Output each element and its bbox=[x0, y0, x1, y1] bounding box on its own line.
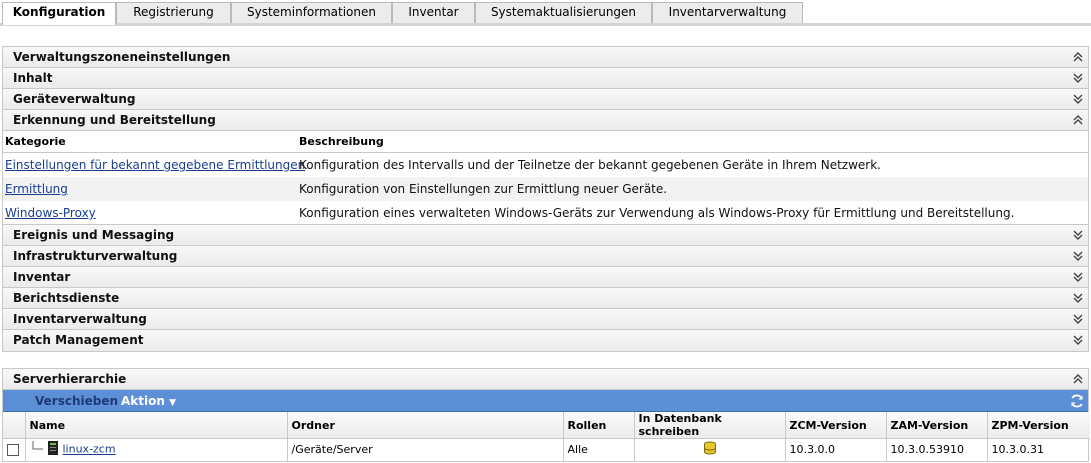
zam-version-cell: 10.3.0.53910 bbox=[886, 438, 988, 461]
server-table: Name Ordner Rollen In Datenbank schreibe… bbox=[3, 412, 1090, 461]
server-link[interactable]: linux-zcm bbox=[63, 443, 116, 456]
expand-down-icon[interactable] bbox=[1072, 72, 1084, 84]
section-inventarverwaltung[interactable]: Inventarverwaltung bbox=[3, 309, 1088, 330]
action-label: Aktion bbox=[121, 394, 165, 408]
collapse-up-icon[interactable] bbox=[1072, 373, 1084, 385]
row-checkbox[interactable] bbox=[7, 444, 19, 457]
section-inhalt[interactable]: Inhalt bbox=[3, 68, 1088, 89]
tab-bar: Konfiguration Registrierung Systeminform… bbox=[0, 0, 1091, 26]
section-label: Inhalt bbox=[13, 71, 53, 85]
server-hierarchy-header: Serverhierarchie bbox=[3, 369, 1088, 390]
category-description: Konfiguration eines verwalteten Windows-… bbox=[299, 206, 1015, 220]
column-zam-version[interactable]: ZAM-Version bbox=[886, 412, 988, 439]
db-write-cell bbox=[634, 438, 786, 461]
category-description: Konfiguration von Einstellungen zur Ermi… bbox=[299, 182, 668, 196]
server-hierarchy-panel: Serverhierarchie Verschieben Aktion ▼ Na… bbox=[2, 368, 1090, 462]
category-row: Windows-Proxy Konfiguration eines verwal… bbox=[3, 201, 1088, 225]
database-icon bbox=[703, 441, 717, 458]
section-label: Inventarverwaltung bbox=[13, 312, 147, 326]
roles-cell: Alle bbox=[563, 438, 635, 461]
zone-settings-header: Verwaltungszoneneinstellungen bbox=[3, 47, 1088, 68]
collapse-up-icon[interactable] bbox=[1072, 51, 1084, 63]
tab-konfiguration[interactable]: Konfiguration bbox=[2, 2, 116, 25]
server-icon bbox=[47, 440, 59, 459]
server-name-cell: linux-zcm bbox=[25, 438, 288, 461]
server-toolbar: Verschieben Aktion ▼ bbox=[3, 390, 1088, 412]
section-label: Inventar bbox=[13, 270, 71, 284]
row-select-cell bbox=[3, 438, 26, 461]
link-windows-proxy[interactable]: Windows-Proxy bbox=[5, 201, 96, 225]
column-db-write[interactable]: In Datenbank schreiben bbox=[634, 412, 786, 439]
section-label: Erkennung und Bereitstellung bbox=[13, 113, 216, 127]
folder-cell: /Geräte/Server bbox=[287, 438, 564, 461]
refresh-icon[interactable] bbox=[1069, 393, 1085, 409]
column-beschreibung: Beschreibung bbox=[299, 135, 384, 148]
section-infrastrukturverwaltung[interactable]: Infrastrukturverwaltung bbox=[3, 246, 1088, 267]
section-berichtsdienste[interactable]: Berichtsdienste bbox=[3, 288, 1088, 309]
section-geraeteverwaltung[interactable]: Geräteverwaltung bbox=[3, 89, 1088, 110]
expand-down-icon[interactable] bbox=[1072, 250, 1084, 262]
tree-connector-icon bbox=[30, 441, 44, 458]
tab-inventarverwaltung[interactable]: Inventarverwaltung bbox=[652, 2, 803, 23]
move-button[interactable]: Verschieben bbox=[35, 390, 118, 412]
section-label: Berichtsdienste bbox=[13, 291, 120, 305]
zone-settings-panel: Verwaltungszoneneinstellungen Inhalt Ger… bbox=[2, 46, 1089, 352]
section-erkennung[interactable]: Erkennung und Bereitstellung bbox=[3, 110, 1088, 131]
select-column bbox=[3, 412, 26, 439]
section-inventar[interactable]: Inventar bbox=[3, 267, 1088, 288]
column-kategorie: Kategorie bbox=[5, 135, 66, 148]
collapse-up-icon[interactable] bbox=[1072, 114, 1084, 126]
table-row: linux-zcm /Geräte/Server Alle 10.3.0.0 1… bbox=[3, 438, 1090, 461]
column-name[interactable]: Name bbox=[25, 412, 288, 439]
zone-settings-title: Verwaltungszoneneinstellungen bbox=[13, 50, 231, 64]
action-menu-button[interactable]: Aktion ▼ bbox=[121, 390, 176, 414]
section-label: Patch Management bbox=[13, 333, 144, 347]
zpm-version-cell: 10.3.0.31 bbox=[991, 443, 1044, 457]
section-label: Infrastrukturverwaltung bbox=[13, 249, 178, 263]
section-ereignis-messaging[interactable]: Ereignis und Messaging bbox=[3, 225, 1088, 246]
link-bekannt-gegebene-ermittlungen[interactable]: Einstellungen für bekannt gegebene Ermit… bbox=[5, 153, 305, 177]
link-ermittlung[interactable]: Ermittlung bbox=[5, 177, 68, 201]
section-patch-management[interactable]: Patch Management bbox=[3, 330, 1088, 351]
column-rollen[interactable]: Rollen bbox=[563, 412, 635, 439]
zcm-version-cell: 10.3.0.0 bbox=[785, 438, 887, 461]
category-table-header: Kategorie Beschreibung bbox=[3, 131, 1088, 153]
column-zpm-version[interactable]: ZPM-Version bbox=[987, 412, 1090, 439]
section-label: Ereignis und Messaging bbox=[13, 228, 175, 242]
expand-down-icon[interactable] bbox=[1072, 93, 1084, 105]
category-row: Ermittlung Konfiguration von Einstellung… bbox=[3, 177, 1088, 201]
tab-systemaktualisierungen[interactable]: Systemaktualisierungen bbox=[475, 2, 652, 23]
expand-down-icon[interactable] bbox=[1072, 229, 1084, 241]
caret-down-icon: ▼ bbox=[169, 398, 177, 408]
expand-down-icon[interactable] bbox=[1072, 334, 1084, 346]
server-table-header: Name Ordner Rollen In Datenbank schreibe… bbox=[3, 412, 1090, 439]
column-ordner[interactable]: Ordner bbox=[287, 412, 564, 439]
expand-down-icon[interactable] bbox=[1072, 271, 1084, 283]
expand-down-icon[interactable] bbox=[1072, 292, 1084, 304]
section-label: Geräteverwaltung bbox=[13, 92, 136, 106]
server-hierarchy-title: Serverhierarchie bbox=[13, 372, 127, 386]
tab-systeminformationen[interactable]: Systeminformationen bbox=[231, 2, 392, 23]
expand-down-icon[interactable] bbox=[1072, 313, 1084, 325]
category-row: Einstellungen für bekannt gegebene Ermit… bbox=[3, 153, 1088, 177]
column-zcm-version[interactable]: ZCM-Version bbox=[785, 412, 887, 439]
tab-inventar[interactable]: Inventar bbox=[392, 2, 475, 23]
category-description: Konfiguration des Intervalls und der Tei… bbox=[299, 158, 881, 172]
tab-registrierung[interactable]: Registrierung bbox=[116, 2, 231, 23]
